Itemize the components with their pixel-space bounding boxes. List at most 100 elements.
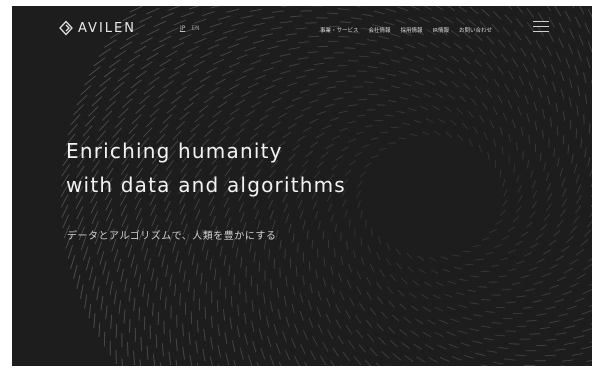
pattern-stroke [302,126,312,133]
pattern-stroke [402,82,412,87]
pattern-stroke [485,252,494,255]
pattern-stroke [516,142,518,151]
pattern-stroke [364,81,374,83]
pattern-stroke [140,61,153,70]
pattern-stroke [93,313,96,328]
pattern-stroke [225,352,230,365]
pattern-stroke [135,104,146,114]
pattern-stroke [489,229,497,234]
pattern-stroke [278,361,282,366]
pattern-stroke [555,102,558,113]
pattern-stroke [542,129,544,139]
pattern-stroke [504,83,510,92]
pattern-stroke [196,320,199,333]
pattern-stroke [347,138,357,143]
pattern-stroke [330,213,334,222]
pattern-stroke [498,275,508,278]
pattern-stroke [397,290,405,297]
pattern-stroke [420,105,429,111]
pattern-stroke [387,326,396,334]
pattern-stroke [109,91,121,101]
pattern-stroke [520,274,530,279]
pattern-stroke [284,104,294,110]
pattern-stroke [175,121,186,130]
pattern-stroke [240,256,243,268]
pattern-stroke [299,210,304,220]
pattern-stroke [164,200,171,212]
pattern-stroke [514,88,520,98]
pattern-stroke [312,201,317,210]
pattern-stroke [502,178,506,187]
pattern-stroke [258,261,261,272]
nav-item-contact[interactable]: お問い合わせ [459,26,492,34]
pattern-stroke [474,59,482,67]
logo[interactable]: AVILEN [58,20,136,36]
pattern-stroke [297,243,299,253]
pattern-stroke [181,77,193,85]
pattern-stroke [499,257,509,261]
pattern-stroke [317,324,323,334]
pattern-stroke [103,68,116,78]
pattern-stroke [236,325,240,338]
pattern-stroke [159,59,172,67]
pattern-stroke [388,142,396,144]
pattern-stroke [575,174,580,184]
pattern-stroke [299,310,304,321]
pattern-stroke [507,268,517,272]
pattern-stroke [485,62,493,71]
pattern-stroke [272,121,281,128]
pattern-stroke [149,108,160,118]
pattern-stroke [534,121,538,131]
pattern-stroke [490,264,500,267]
pattern-stroke [210,336,214,350]
pattern-stroke [458,304,468,308]
pattern-stroke [497,66,504,75]
pattern-stroke [193,289,195,302]
pattern-stroke [378,337,386,345]
nav-item-ir[interactable]: IR情報 [433,26,449,34]
pattern-stroke [396,110,405,114]
pattern-stroke [316,307,322,317]
pattern-stroke [240,119,250,127]
pattern-stroke [508,343,520,345]
lang-option-jp[interactable]: JP [180,25,185,32]
pattern-stroke [577,85,581,97]
pattern-stroke [580,137,583,148]
pattern-stroke [481,298,491,301]
pattern-stroke [367,66,378,69]
pattern-stroke [511,282,521,285]
pattern-stroke [88,106,99,117]
pattern-stroke [231,340,236,353]
pattern-stroke [589,305,592,307]
main-nav: 事業・サービス 会社情報 採用情報 IR情報 お問い合わせ [320,26,492,34]
pattern-stroke [300,344,306,355]
pattern-stroke [76,94,88,106]
pattern-stroke [199,75,211,83]
pattern-stroke [248,354,253,366]
pattern-stroke [113,248,119,263]
lang-option-en[interactable]: EN [191,25,199,32]
pattern-stroke [503,189,508,197]
pattern-stroke [530,170,534,179]
pattern-stroke [263,292,266,304]
nav-item-recruit[interactable]: 採用情報 [401,26,423,34]
pattern-stroke [541,292,551,297]
pattern-stroke [590,183,592,187]
pattern-stroke [327,70,338,73]
pattern-stroke [349,160,357,166]
pattern-stroke [584,147,587,158]
pattern-stroke [410,305,419,312]
pattern-stroke [174,62,186,70]
pattern-stroke [562,290,573,296]
pattern-stroke [455,292,465,296]
pattern-stroke [294,114,304,120]
pattern-stroke [80,85,92,96]
hamburger-menu-icon[interactable] [533,21,549,32]
pattern-stroke [256,284,259,296]
pattern-stroke [304,361,308,366]
nav-item-company[interactable]: 会社情報 [369,26,391,34]
pattern-stroke [516,260,525,265]
nav-item-services[interactable]: 事業・サービス [320,26,359,34]
pattern-stroke [420,293,429,300]
pattern-stroke [468,110,475,118]
